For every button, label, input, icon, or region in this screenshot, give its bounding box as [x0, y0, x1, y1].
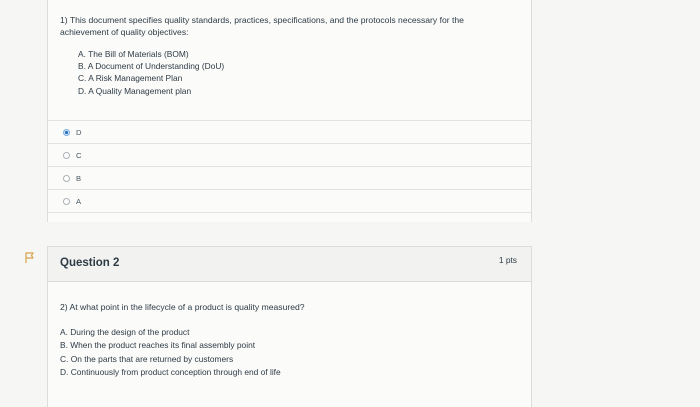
- option-text: C. On the parts that are returned by cus…: [60, 353, 234, 364]
- question-2-title: Question 2: [60, 257, 120, 269]
- question-1-text: 1) This document specifies quality stand…: [60, 14, 510, 38]
- answer-label: A: [76, 196, 82, 206]
- question-2-card: Question 2 1 pts 2) At what point in the…: [47, 246, 532, 407]
- option-text: D. Continuously from product conception …: [60, 367, 281, 378]
- option-text: D. A Quality Management plan: [78, 85, 192, 96]
- answer-c[interactable]: C: [48, 143, 531, 166]
- option-text: A. The Bill of Materials (BOM): [78, 49, 189, 59]
- radio-unselected-icon[interactable]: [63, 174, 70, 182]
- option-text: A. During the design of the product: [60, 327, 190, 337]
- radio-unselected-icon[interactable]: [63, 151, 70, 159]
- question-2-points: 1 pts: [498, 255, 517, 265]
- radio-unselected-icon[interactable]: [63, 197, 70, 205]
- answer-label: C: [76, 150, 82, 160]
- answer-label: D: [76, 127, 82, 137]
- option-text: B. A Document of Understanding (DoU): [78, 61, 225, 72]
- flag-icon[interactable]: [25, 252, 35, 264]
- question-2-text: 2) At what point in the lifecycle of a p…: [60, 302, 305, 312]
- option-text: C. A Risk Management Plan: [78, 73, 183, 84]
- question-1-option-list: A. The Bill of Materials (BOM) B. A Docu…: [78, 48, 224, 97]
- question-2-header: Question 2 1 pts: [48, 247, 531, 282]
- question-1-answers: D C B A: [48, 120, 531, 213]
- question-2-option-list: A. During the design of the product B. W…: [60, 326, 281, 380]
- question-1-card: 1) This document specifies quality stand…: [47, 0, 532, 222]
- radio-selected-icon[interactable]: [63, 128, 70, 136]
- question-1-text-line: 1) This document specifies quality stand…: [60, 15, 464, 25]
- option-text: B. When the product reaches its final as…: [60, 340, 256, 351]
- answer-label: B: [76, 173, 82, 183]
- answer-d[interactable]: D: [48, 120, 531, 143]
- answer-b[interactable]: B: [48, 166, 531, 189]
- question-1-text-line: achievement of quality objectives:: [60, 27, 189, 37]
- answer-a[interactable]: A: [48, 189, 531, 213]
